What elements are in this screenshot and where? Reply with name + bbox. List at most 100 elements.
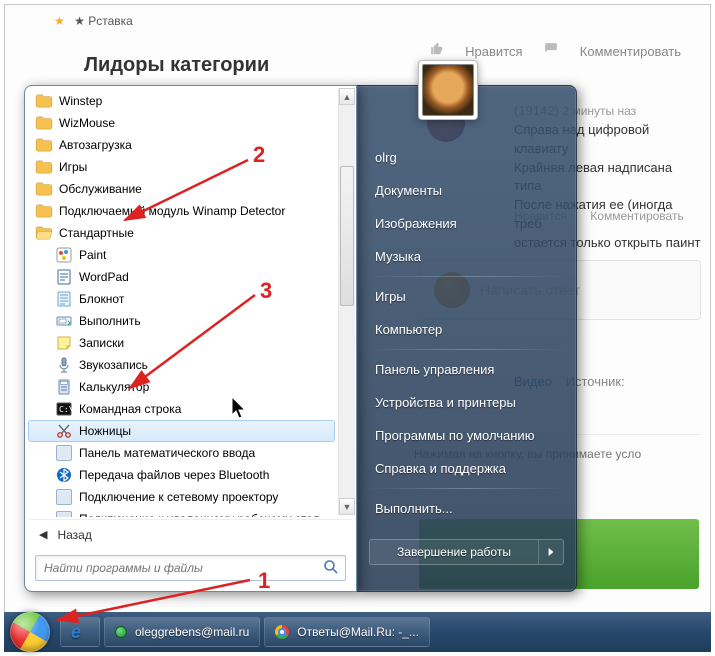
- program-folder[interactable]: Игры: [25, 156, 338, 178]
- program-item-notepad[interactable]: Блокнот: [25, 288, 338, 310]
- shutdown-button[interactable]: Завершение работы: [369, 539, 564, 565]
- taskbar-ie[interactable]: e: [60, 617, 100, 647]
- sr-control-panel[interactable]: Панель управления: [357, 353, 576, 386]
- sr-documents[interactable]: Документы: [357, 174, 576, 207]
- program-folder-standard[interactable]: Стандартные: [25, 222, 338, 244]
- bg-top-row: ★ ★ Рставка: [54, 14, 691, 28]
- start-menu-left-pane: Winstep WizMouse Автозагрузка Игры Обслу…: [24, 85, 357, 592]
- sr-games[interactable]: Игры: [357, 280, 576, 313]
- program-item-label: Подключение к удаленному рабочему стол: [79, 512, 320, 517]
- start-search-box[interactable]: [35, 555, 346, 581]
- program-folder-label: Winstep: [59, 94, 102, 108]
- program-item-network-projector[interactable]: Подключение к сетевому проектору: [25, 486, 338, 508]
- taskbar-app-chrome[interactable]: Ответы@Mail.Ru: -_...: [264, 617, 430, 647]
- program-folder-label: Стандартные: [59, 226, 134, 240]
- program-item-label: Панель математического ввода: [79, 446, 255, 460]
- scroll-track[interactable]: [339, 106, 355, 497]
- bluetooth-icon: [55, 466, 73, 484]
- program-item-paint[interactable]: Paint: [25, 244, 338, 266]
- program-folder[interactable]: Подключаемый модуль Winamp Detector: [25, 200, 338, 222]
- like-action[interactable]: Нравится: [430, 44, 527, 59]
- program-item-run[interactable]: Выполнить: [25, 310, 338, 332]
- ie-icon: e: [71, 622, 81, 643]
- back-button[interactable]: ◀ Назад: [29, 519, 352, 549]
- scroll-up-button[interactable]: ▲: [339, 88, 355, 105]
- program-item-sound-recorder[interactable]: Звукозапись: [25, 354, 338, 376]
- program-folder-label: Игры: [59, 160, 87, 174]
- sr-user[interactable]: olrg: [357, 141, 576, 174]
- sr-devices-printers[interactable]: Устройства и принтеры: [357, 386, 576, 419]
- annotation-number-3: 3: [260, 278, 272, 304]
- post-comment-action[interactable]: Комментировать: [590, 209, 683, 223]
- program-item-label: Командная строка: [79, 402, 181, 416]
- bg-pinned-label: ★ Рставка: [74, 14, 133, 28]
- program-item-math-input[interactable]: Панель математического ввода: [25, 442, 338, 464]
- start-button[interactable]: [10, 612, 50, 652]
- program-folder-label: Подключаемый модуль Winamp Detector: [59, 204, 285, 218]
- user-avatar-popup[interactable]: [418, 60, 478, 120]
- program-folder[interactable]: Автозагрузка: [25, 134, 338, 156]
- taskbar-app-mailru[interactable]: oleggrebens@mail.ru: [104, 617, 260, 647]
- scroll-thumb[interactable]: [340, 166, 354, 306]
- program-item-wordpad[interactable]: WordPad: [25, 266, 338, 288]
- program-item-label: Записки: [79, 336, 124, 350]
- comment-action[interactable]: Комментировать: [544, 44, 681, 59]
- program-item-remote-desktop[interactable]: Подключение к удаленному рабочему стол: [25, 508, 338, 517]
- thumb-up-icon: [430, 42, 444, 56]
- shutdown-menu-arrow[interactable]: [539, 540, 563, 564]
- sr-pictures[interactable]: Изображения: [357, 207, 576, 240]
- math-input-icon: [55, 444, 73, 462]
- shutdown-label[interactable]: Завершение работы: [370, 540, 539, 564]
- sr-default-programs[interactable]: Программы по умолчанию: [357, 419, 576, 452]
- program-item-calculator[interactable]: Калькулятор: [25, 376, 338, 398]
- taskbar: e oleggrebens@mail.ru Ответы@Mail.Ru: -_…: [4, 612, 711, 652]
- microphone-icon: [55, 356, 73, 374]
- paint-icon: [55, 246, 73, 264]
- program-folder-label: Обслуживание: [59, 182, 142, 196]
- sticky-notes-icon: [55, 334, 73, 352]
- scissors-icon: [55, 422, 73, 440]
- annotation-number-2: 2: [253, 142, 265, 168]
- sr-help-support[interactable]: Справка и поддержка: [357, 452, 576, 485]
- taskbar-app-label: oleggrebens@mail.ru: [135, 625, 249, 639]
- folder-icon: [35, 180, 53, 198]
- bg-category-heading: Лидоры категории: [84, 54, 269, 77]
- all-programs-list[interactable]: Winstep WizMouse Автозагрузка Игры Обслу…: [25, 86, 356, 517]
- program-folder[interactable]: WizMouse: [25, 112, 338, 134]
- bg-top-actions: Нравится Комментировать: [412, 42, 681, 59]
- program-list-scrollbar[interactable]: ▲ ▼: [338, 88, 355, 515]
- sr-run[interactable]: Выполнить...: [357, 492, 576, 525]
- start-menu-right-pane: olrg Документы Изображения Музыка Игры К…: [357, 85, 577, 592]
- program-folder[interactable]: Winstep: [25, 90, 338, 112]
- scroll-down-button[interactable]: ▼: [339, 498, 355, 515]
- chrome-icon: [275, 625, 289, 639]
- program-item-label: Звукозапись: [79, 358, 148, 372]
- program-item-sticky-notes[interactable]: Записки: [25, 332, 338, 354]
- sr-separator: [367, 349, 566, 350]
- program-item-snipping-tool[interactable]: Ножницы: [28, 420, 335, 442]
- projector-network-icon: [55, 488, 73, 506]
- folder-icon: [35, 202, 53, 220]
- sr-computer[interactable]: Компьютер: [357, 313, 576, 346]
- program-item-label: Paint: [79, 248, 106, 262]
- chevron-right-icon: [547, 548, 555, 556]
- program-item-cmd[interactable]: C:\ Командная строка: [25, 398, 338, 420]
- back-label: Назад: [57, 528, 91, 542]
- program-folder-label: Автозагрузка: [59, 138, 132, 152]
- search-icon: [323, 559, 339, 578]
- search-input[interactable]: [44, 561, 323, 575]
- star-icon: ★: [54, 14, 65, 28]
- program-item-bluetooth[interactable]: Передача файлов через Bluetooth: [25, 464, 338, 486]
- program-item-label: Ножницы: [79, 424, 131, 438]
- folder-icon: [35, 158, 53, 176]
- sr-separator: [367, 488, 566, 489]
- program-item-label: WordPad: [79, 270, 129, 284]
- program-item-label: Выполнить: [79, 314, 141, 328]
- program-folder[interactable]: Обслуживание: [25, 178, 338, 200]
- folder-icon: [35, 114, 53, 132]
- sr-music[interactable]: Музыка: [357, 240, 576, 273]
- folder-open-icon: [35, 224, 53, 242]
- remote-desktop-icon: [55, 510, 73, 517]
- program-folder-label: WizMouse: [59, 116, 115, 130]
- program-item-label: Блокнот: [79, 292, 124, 306]
